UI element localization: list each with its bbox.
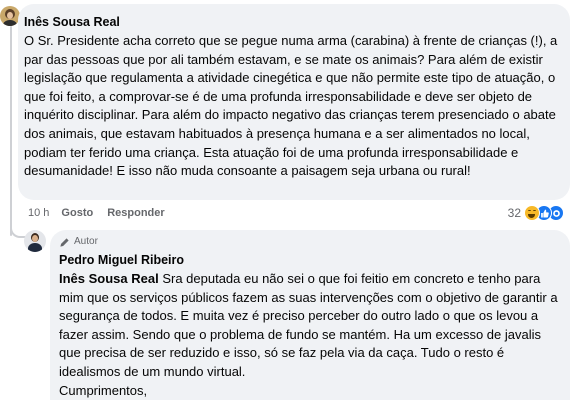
reply-text: Inês Sousa Real Sra deputada eu não sei … bbox=[59, 270, 560, 400]
author-badge-label: Autor bbox=[74, 236, 98, 247]
reaction-count: 32 bbox=[507, 206, 521, 220]
reply-bubble: Autor Pedro Miguel Ribeiro Inês Sousa Re… bbox=[50, 230, 570, 400]
comment-actions: 10 h Gosto Responder bbox=[28, 205, 179, 221]
reply-thread-connector bbox=[10, 214, 26, 238]
reply-author[interactable]: Pedro Miguel Ribeiro bbox=[59, 252, 560, 268]
author-badge: Autor bbox=[59, 235, 560, 249]
like-button[interactable]: Gosto bbox=[61, 207, 93, 219]
comment-timestamp[interactable]: 10 h bbox=[28, 207, 49, 219]
comment-text: O Sr. Presidente acha correto que se peg… bbox=[24, 33, 558, 179]
reply-text-body: Sra deputada eu não sei o que foi feitio… bbox=[59, 271, 558, 379]
replier-avatar[interactable] bbox=[24, 230, 46, 252]
commenter-avatar[interactable] bbox=[0, 6, 20, 26]
reply-thread-line bbox=[10, 26, 12, 236]
pencil-icon bbox=[60, 237, 69, 247]
reply-mention[interactable]: Inês Sousa Real bbox=[59, 271, 159, 286]
reaction-summary[interactable]: 32 bbox=[508, 203, 564, 223]
reply-button[interactable]: Responder bbox=[107, 207, 164, 219]
reply-signoff: Cumprimentos, bbox=[59, 382, 148, 398]
comment-author[interactable]: Inês Sousa Real bbox=[24, 14, 558, 30]
haha-reaction-icon bbox=[524, 205, 540, 221]
comment-bubble: Inês Sousa Real O Sr. Presidente acha co… bbox=[18, 4, 570, 200]
